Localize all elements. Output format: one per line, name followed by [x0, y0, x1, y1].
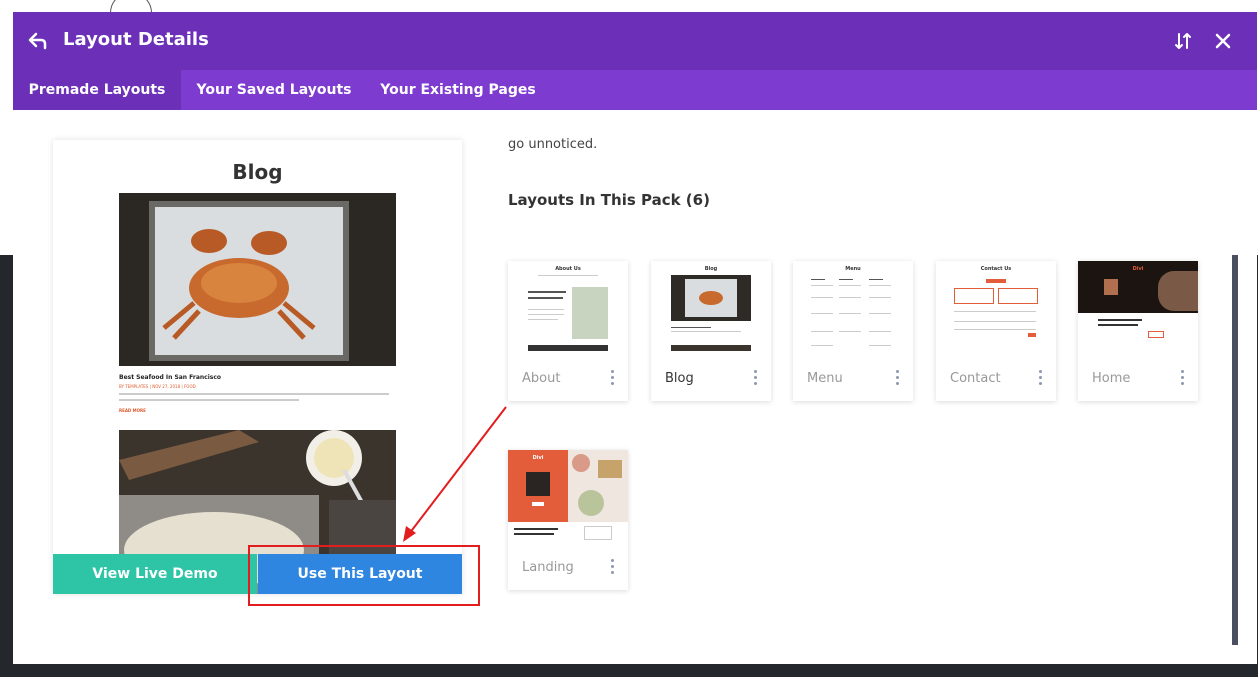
layout-card-label: Menu	[807, 371, 843, 386]
tab-your-saved-layouts[interactable]: Your Saved Layouts	[189, 70, 359, 110]
preview-text-line	[119, 399, 299, 401]
thumbnail-line	[671, 331, 741, 332]
thumbnail-line	[528, 319, 558, 320]
thumbnail-line	[514, 533, 554, 535]
thumbnail-line	[869, 313, 891, 314]
view-live-demo-button[interactable]: View Live Demo	[53, 554, 257, 594]
layouts-in-pack-heading: Layouts In This Pack (6)	[508, 191, 710, 209]
thumbnail-line	[671, 327, 711, 328]
thumbnail-title: About Us	[555, 266, 581, 272]
thumbnail-line	[839, 279, 853, 280]
thumbnail-line	[954, 329, 1036, 330]
thumbnail-footer	[528, 345, 608, 351]
thumbnail-button	[1028, 333, 1036, 337]
more-options-icon[interactable]	[1034, 367, 1046, 387]
modal-pointer	[623, 652, 643, 664]
thumbnail-line	[869, 297, 891, 298]
layout-details-modal: Layout Details Premade Layouts Your Save…	[13, 12, 1257, 664]
preview-post-title: Best Seafood In San Francisco	[119, 374, 222, 381]
thumbnail-line	[869, 331, 891, 332]
preview-title: Blog	[232, 160, 283, 184]
thumbnail-box	[954, 288, 994, 304]
annotation-highlight-box	[248, 545, 480, 606]
scrollbar[interactable]	[1232, 255, 1238, 645]
thumbnail-title: Blog	[704, 266, 718, 272]
more-options-icon[interactable]	[606, 367, 618, 387]
tab-premade-layouts[interactable]: Premade Layouts	[13, 70, 181, 110]
tab-your-existing-pages[interactable]: Your Existing Pages	[373, 70, 543, 110]
thumbnail-line	[811, 313, 833, 314]
sort-arrows-icon[interactable]	[1173, 31, 1193, 51]
thumbnail-line	[528, 314, 564, 315]
thumbnail-title: Menu	[845, 266, 861, 272]
layout-card-home[interactable]: Divi Home	[1078, 261, 1198, 401]
thumbnail-line	[514, 528, 558, 530]
thumbnail-title: Contact Us	[980, 266, 1012, 272]
thumbnail-line	[811, 297, 833, 298]
more-options-icon[interactable]	[606, 556, 618, 576]
thumbnail-line	[839, 297, 861, 298]
preview-post-meta: BY TEMPLATES | NOV 27, 2018 | FOOD	[119, 384, 196, 389]
layout-card-label: Home	[1092, 371, 1131, 386]
thumbnail-line	[1098, 319, 1142, 321]
thumbnail-line	[811, 345, 833, 346]
thumbnail-button	[1148, 331, 1164, 338]
crab-image	[119, 193, 396, 366]
thumbnail-line	[811, 331, 833, 332]
preview-text-line	[119, 393, 389, 395]
layout-thumbnail: About Us	[508, 261, 628, 351]
thumbnail-line	[528, 309, 564, 310]
layout-thumbnail: Divi	[508, 450, 628, 540]
thumbnail-title: Divi	[532, 455, 544, 461]
thumbnail-line	[811, 285, 833, 286]
tab-bar: Premade Layouts Your Saved Layouts Your …	[13, 70, 1257, 110]
layout-thumbnail: Blog	[651, 261, 771, 351]
layout-card-label: About	[522, 371, 561, 386]
layout-description: go unnoticed.	[508, 137, 598, 152]
layout-preview: Blog Best Seafood In San Francisco BY TE…	[53, 140, 462, 594]
thumbnail-line	[954, 311, 1036, 312]
layout-thumbnail: Contact Us	[936, 261, 1056, 351]
thumbnail-line	[528, 291, 566, 293]
back-arrow-icon[interactable]	[27, 30, 49, 52]
more-options-icon[interactable]	[749, 367, 761, 387]
modal-header: Layout Details	[13, 12, 1257, 70]
thumbnail-title: Divi	[1132, 266, 1144, 272]
thumbnail-line	[1098, 324, 1138, 326]
thumbnail-line	[839, 331, 861, 332]
thumbnail-line	[869, 285, 891, 286]
thumbnail-box	[998, 288, 1038, 304]
more-options-icon[interactable]	[891, 367, 903, 387]
thumbnail-line	[538, 275, 598, 276]
thumbnail-box	[584, 526, 612, 540]
thumbnail-image	[572, 287, 608, 339]
thumbnail-button	[986, 279, 1006, 283]
thumbnail-line	[839, 313, 861, 314]
layout-card-landing[interactable]: Divi Landing	[508, 450, 628, 590]
layout-card-label: Blog	[665, 371, 694, 386]
close-icon[interactable]	[1213, 31, 1233, 51]
layout-card-blog[interactable]: Blog Blog	[651, 261, 771, 401]
layout-thumbnail: Divi	[1078, 261, 1198, 351]
preview-read-more: READ MORE	[119, 408, 146, 413]
thumbnail-line	[954, 321, 1036, 322]
layout-card-menu[interactable]: Menu Menu	[793, 261, 913, 401]
layout-thumbnail: Menu	[793, 261, 913, 351]
thumbnail-image	[671, 275, 751, 321]
thumbnail-line	[811, 279, 825, 280]
thumbnail-line	[869, 345, 891, 346]
layout-card-label: Landing	[522, 560, 574, 575]
thumbnail-footer	[671, 345, 751, 351]
thumbnail-image	[568, 450, 628, 522]
thumbnail-line	[869, 279, 883, 280]
modal-title: Layout Details	[63, 29, 209, 50]
thumbnail-line	[528, 297, 563, 299]
layout-card-about[interactable]: About Us About	[508, 261, 628, 401]
thumbnail-line	[839, 285, 861, 286]
more-options-icon[interactable]	[1176, 367, 1188, 387]
layout-card-contact[interactable]: Contact Us Contact	[936, 261, 1056, 401]
layout-card-label: Contact	[950, 371, 1001, 386]
